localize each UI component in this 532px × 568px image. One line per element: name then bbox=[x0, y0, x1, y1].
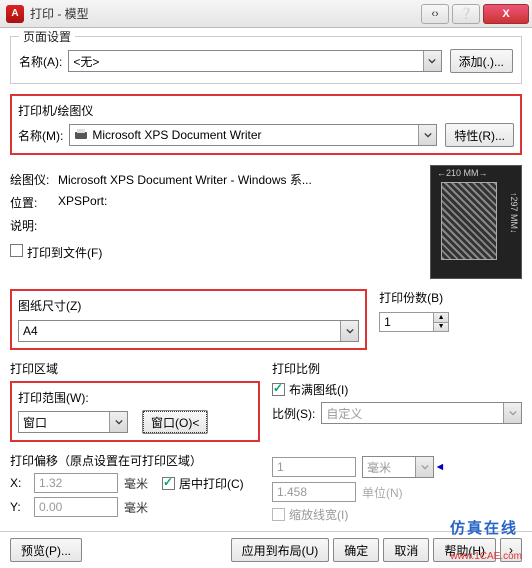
titlebar: A 打印 - 模型 ‹› ❔ X bbox=[0, 0, 532, 28]
paper-preview: ←210 MM→ ↑297 MM↓ bbox=[430, 165, 522, 279]
offset-y-label: Y: bbox=[10, 500, 28, 514]
app-icon: A bbox=[6, 5, 24, 23]
scale-ratio-label: 比例(S): bbox=[272, 405, 315, 422]
offset-title: 打印偏移（原点设置在可打印区域） bbox=[10, 452, 260, 469]
page-setup-group: 页面设置 名称(A): <无> 添加(.)... bbox=[10, 36, 522, 84]
paper-size-highlight: 图纸尺寸(Z) A4 bbox=[10, 289, 367, 350]
spin-down-icon[interactable]: ▼ bbox=[433, 323, 448, 332]
site-mark: www.1CAE.com bbox=[450, 551, 522, 562]
scale-title: 打印比例 bbox=[272, 360, 522, 377]
center-print-label: 居中打印(C) bbox=[179, 475, 244, 492]
offset-y-input[interactable]: 0.00 bbox=[34, 497, 118, 517]
page-setup-name-value: <无> bbox=[73, 53, 99, 70]
print-range-highlight: 打印范围(W): 窗口 窗口(O)< bbox=[10, 381, 260, 442]
chevron-down-icon bbox=[503, 403, 521, 423]
print-to-file-label: 打印到文件(F) bbox=[27, 244, 102, 261]
print-area-title: 打印区域 bbox=[10, 360, 260, 377]
print-range-select[interactable]: 窗口 bbox=[18, 411, 128, 433]
scale-unit2-label: 单位(N) bbox=[362, 484, 403, 501]
print-range-label: 打印范围(W): bbox=[18, 389, 252, 406]
fit-to-paper-checkbox[interactable] bbox=[272, 383, 285, 396]
preview-button[interactable]: 预览(P)... bbox=[10, 538, 82, 562]
center-print-checkbox[interactable] bbox=[162, 477, 175, 490]
printer-name-value: Microsoft XPS Document Writer bbox=[92, 128, 261, 142]
chevron-down-icon bbox=[340, 321, 358, 341]
ok-button[interactable]: 确定 bbox=[333, 538, 379, 562]
watermark-text: 仿真在线 bbox=[450, 517, 518, 538]
chevron-down-icon bbox=[423, 51, 441, 71]
cancel-button[interactable]: 取消 bbox=[383, 538, 429, 562]
copies-input[interactable]: 1 ▲▼ bbox=[379, 312, 449, 332]
print-to-file-checkbox[interactable] bbox=[10, 244, 23, 257]
paper-size-value: A4 bbox=[23, 324, 38, 338]
window-title: 打印 - 模型 bbox=[30, 5, 89, 22]
offset-x-label: X: bbox=[10, 476, 28, 490]
paper-height-label: ↑297 MM↓ bbox=[509, 192, 519, 234]
equals-icon: ▾ bbox=[432, 464, 448, 471]
paper-size-select[interactable]: A4 bbox=[18, 320, 359, 342]
chevron-down-icon bbox=[415, 457, 433, 477]
chevron-down-icon bbox=[109, 412, 127, 432]
scale-num2-input[interactable]: 1.458 bbox=[272, 482, 356, 502]
copies-value: 1 bbox=[384, 315, 391, 329]
plotter-label: 绘图仪: bbox=[10, 171, 58, 188]
printer-name-label: 名称(M): bbox=[18, 127, 63, 144]
close-button[interactable]: X bbox=[483, 4, 529, 24]
printer-highlight-box: 打印机/绘图仪 名称(M): Microsoft XPS Document Wr… bbox=[10, 94, 522, 155]
printer-icon bbox=[74, 129, 88, 141]
location-label: 位置: bbox=[10, 194, 58, 211]
scale-unit1-select[interactable]: 毫米 bbox=[362, 456, 434, 478]
scale-num1-input[interactable]: 1 bbox=[272, 457, 356, 477]
description-value bbox=[58, 217, 422, 234]
page-setup-name-select[interactable]: <无> bbox=[68, 50, 441, 72]
printer-props-button[interactable]: 特性(R)... bbox=[445, 123, 514, 147]
add-button[interactable]: 添加(.)... bbox=[450, 49, 513, 73]
plotter-value: Microsoft XPS Document Writer - Windows … bbox=[58, 171, 422, 188]
chevron-down-icon bbox=[418, 125, 436, 145]
scale-lineweights-label: 缩放线宽(I) bbox=[289, 506, 348, 523]
print-range-value: 窗口 bbox=[23, 414, 47, 431]
spin-up-icon[interactable]: ▲ bbox=[433, 313, 448, 323]
window-pick-button[interactable]: 窗口(O)< bbox=[142, 410, 208, 434]
scale-ratio-select[interactable]: 自定义 bbox=[321, 402, 522, 424]
scale-lineweights-checkbox bbox=[272, 508, 285, 521]
scale-ratio-value: 自定义 bbox=[326, 405, 362, 422]
location-value: XPSPort: bbox=[58, 194, 422, 211]
help-icon[interactable]: ❔ bbox=[452, 4, 480, 24]
offset-y-unit: 毫米 bbox=[124, 499, 148, 516]
offset-x-unit: 毫米 bbox=[124, 475, 148, 492]
paper-width-label: ←210 MM→ bbox=[437, 168, 488, 178]
learn-button[interactable]: ‹› bbox=[421, 4, 449, 24]
description-label: 说明: bbox=[10, 217, 58, 234]
printer-title: 打印机/绘图仪 bbox=[18, 102, 93, 119]
copies-title: 打印份数(B) bbox=[379, 289, 522, 306]
printer-name-select[interactable]: Microsoft XPS Document Writer bbox=[69, 124, 437, 146]
apply-layout-button[interactable]: 应用到布局(U) bbox=[231, 538, 330, 562]
name-label: 名称(A): bbox=[19, 53, 62, 70]
offset-x-input[interactable]: 1.32 bbox=[34, 473, 118, 493]
paper-size-title: 图纸尺寸(Z) bbox=[18, 297, 359, 314]
page-setup-title: 页面设置 bbox=[19, 28, 75, 45]
fit-to-paper-label: 布满图纸(I) bbox=[289, 381, 348, 398]
